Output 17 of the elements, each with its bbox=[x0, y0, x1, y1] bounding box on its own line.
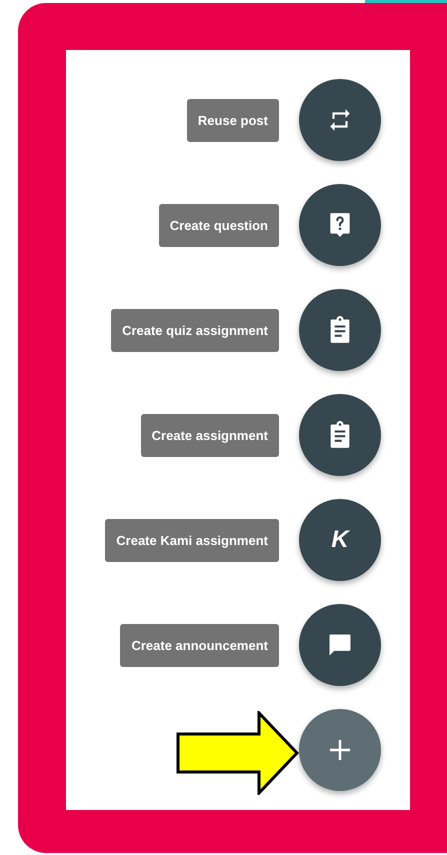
add-button[interactable] bbox=[299, 709, 381, 791]
action-tooltip: Create question bbox=[158, 204, 279, 246]
action-button[interactable] bbox=[299, 79, 381, 161]
action-tooltip: Create assignment bbox=[140, 414, 279, 456]
action-button[interactable] bbox=[299, 184, 381, 266]
plus-icon bbox=[329, 739, 351, 761]
clipboard-icon bbox=[328, 421, 352, 449]
clipboard-icon bbox=[328, 316, 352, 344]
letter-k-icon: K bbox=[331, 528, 349, 552]
action-tooltip: Create quiz assignment bbox=[111, 308, 279, 352]
action-tooltip: Create announcement bbox=[120, 624, 279, 666]
action-button[interactable]: K bbox=[299, 499, 381, 581]
action-tooltip: Create Kami assignment bbox=[105, 518, 279, 562]
action-button[interactable] bbox=[299, 394, 381, 476]
action-button[interactable] bbox=[299, 604, 381, 686]
action-button[interactable] bbox=[299, 289, 381, 371]
action-tooltip: Reuse post bbox=[186, 98, 279, 142]
